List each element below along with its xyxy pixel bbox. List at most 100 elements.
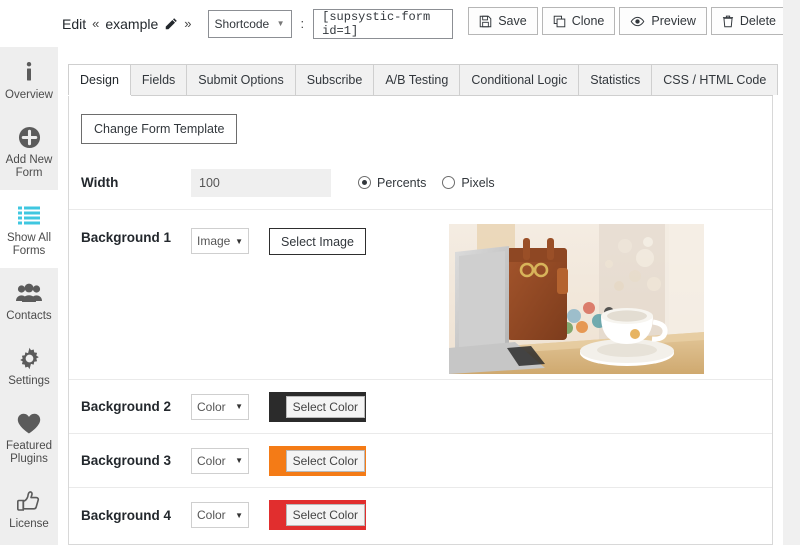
background-2-color-swatch[interactable]: Select Color: [269, 391, 366, 422]
info-icon: [2, 59, 56, 85]
radio-percents-label: Percents: [377, 175, 427, 190]
chevron-down-icon: ▼: [235, 510, 243, 520]
thumbs-up-icon: [2, 488, 56, 514]
heart-icon: [2, 410, 56, 436]
tab-bar: Design Fields Submit Options Subscribe A…: [68, 64, 779, 96]
chevron-down-icon: ▼: [235, 236, 243, 246]
background-3-color-swatch[interactable]: Select Color: [269, 445, 366, 476]
top-bar: Edit « example » Shortcode ▼ : [supsysti…: [0, 0, 800, 47]
preview-button[interactable]: Preview: [619, 7, 707, 35]
sidebar-item-show-all-forms[interactable]: Show All Forms: [0, 190, 58, 268]
delete-button[interactable]: Delete: [710, 7, 787, 35]
change-template-row: Change Form Template: [69, 114, 772, 144]
background-2-type-select[interactable]: Color ▼: [191, 393, 249, 420]
design-tab-panel: Change Form Template Width 100 Percents …: [68, 96, 773, 545]
change-form-template-button[interactable]: Change Form Template: [81, 114, 238, 144]
tab-submit-options[interactable]: Submit Options: [186, 64, 296, 95]
tab-ab-testing[interactable]: A/B Testing: [373, 64, 461, 95]
tab-statistics[interactable]: Statistics: [578, 64, 653, 95]
radio-percents-dot: [358, 176, 371, 189]
shortcode-input[interactable]: [supsystic-form id=1]: [313, 8, 454, 39]
shortcode-separator: :: [300, 16, 305, 31]
background-4-type-value: Color: [197, 508, 226, 522]
tab-css-html-code[interactable]: CSS / HTML Code: [651, 64, 779, 95]
sidebar-item-add-new-form[interactable]: Add New Form: [0, 112, 58, 190]
shortcode-type-value: Shortcode: [214, 16, 270, 31]
form-name: example: [105, 15, 159, 32]
sidebar-item-featured-plugins-label: Featured Plugins: [5, 440, 53, 465]
sidebar-item-settings[interactable]: Settings: [0, 333, 58, 398]
width-input[interactable]: 100: [191, 168, 331, 197]
width-label: Width: [81, 175, 119, 190]
background-3-row: Background 3 Color ▼ Select Color: [69, 434, 772, 488]
save-button-label: Save: [498, 14, 527, 28]
background-4-type-select[interactable]: Color ▼: [191, 502, 249, 528]
background-1-type-select[interactable]: Image ▼: [191, 228, 249, 254]
radio-pixels-dot: [442, 176, 456, 189]
background-2-label: Background 2: [81, 399, 172, 414]
width-unit-group: Percents Pixels: [358, 176, 495, 190]
shortcode-type-select[interactable]: Shortcode ▼: [207, 9, 292, 38]
sidebar-item-settings-label: Settings: [8, 375, 50, 387]
gear-icon: [2, 345, 56, 371]
sidebar-item-contacts[interactable]: Contacts: [0, 268, 58, 333]
background-1-label: Background 1: [81, 230, 172, 245]
sidebar-item-add-new-form-label: Add New Form: [5, 154, 53, 179]
background-2-action: Select Color: [269, 391, 429, 422]
pencil-icon[interactable]: [164, 17, 178, 31]
select-color-button[interactable]: Select Color: [285, 504, 365, 526]
clone-button[interactable]: Clone: [541, 7, 616, 35]
radio-percents[interactable]: Percents: [358, 176, 426, 190]
background-1-row: Background 1 Image ▼ Select Image: [69, 210, 772, 380]
select-color-button[interactable]: Select Color: [285, 395, 365, 418]
width-row: Width 100 Percents Pixels: [69, 156, 772, 210]
sidebar-item-show-all-forms-label: Show All Forms: [6, 232, 52, 257]
background-2-type-value: Color: [197, 399, 226, 414]
delete-button-label: Delete: [739, 14, 776, 28]
open-quote: «: [92, 16, 100, 31]
background-4-color-swatch[interactable]: Select Color: [269, 500, 366, 530]
right-rail: [783, 0, 800, 545]
chevron-down-icon: ▼: [276, 19, 285, 28]
sidebar-item-license-label: License: [9, 518, 49, 530]
clone-button-label: Clone: [571, 14, 605, 28]
main-panel: Design Fields Submit Options Subscribe A…: [58, 47, 783, 545]
background-4-row: Background 4 Color ▼ Select Color: [69, 488, 772, 542]
chevron-down-icon: ▼: [235, 402, 243, 411]
sidebar-item-overview[interactable]: Overview: [0, 47, 58, 112]
select-image-button[interactable]: Select Image: [269, 228, 366, 255]
sidebar-item-license[interactable]: License: [0, 476, 58, 541]
background-3-type-value: Color: [197, 453, 226, 468]
radio-pixels[interactable]: Pixels: [442, 175, 495, 190]
save-button[interactable]: Save: [468, 7, 538, 35]
save-icon: [479, 15, 492, 28]
chevron-down-icon: ▼: [235, 456, 243, 465]
background-2-row: Background 2 Color ▼ Select Color: [69, 380, 772, 434]
top-actions: Save Clone Preview Delete: [468, 7, 787, 35]
radio-pixels-label: Pixels: [461, 175, 495, 190]
list-icon: [2, 202, 56, 228]
background-4-action: Select Color: [269, 500, 429, 530]
people-icon: [2, 280, 56, 306]
select-color-button[interactable]: Select Color: [285, 449, 365, 472]
sidebar-item-contacts-label: Contacts: [6, 310, 52, 322]
background-4-label: Background 4: [81, 507, 172, 523]
tab-design[interactable]: Design: [68, 64, 131, 95]
clone-icon: [553, 15, 566, 28]
background-1-type-value: Image: [197, 234, 231, 248]
sidebar-item-featured-plugins[interactable]: Featured Plugins: [0, 398, 58, 476]
form-title-bar: Edit « example » Shortcode ▼ : [supsysti…: [62, 8, 454, 39]
background-1-action: Select Image: [269, 228, 429, 255]
preview-button-label: Preview: [651, 14, 696, 28]
edit-label: Edit: [62, 15, 87, 32]
tab-subscribe[interactable]: Subscribe: [294, 64, 375, 95]
close-quote: »: [184, 16, 192, 31]
background-3-type-select[interactable]: Color ▼: [191, 447, 249, 474]
tab-fields[interactable]: Fields: [129, 64, 188, 95]
plus-circle-icon: [2, 124, 56, 150]
eye-icon: [630, 15, 645, 28]
background-1-preview-image: [449, 224, 704, 374]
left-sidebar: Overview Add New Form Show All Forms Con…: [0, 47, 58, 545]
tab-conditional-logic[interactable]: Conditional Logic: [459, 64, 580, 95]
background-3-action: Select Color: [269, 445, 429, 476]
